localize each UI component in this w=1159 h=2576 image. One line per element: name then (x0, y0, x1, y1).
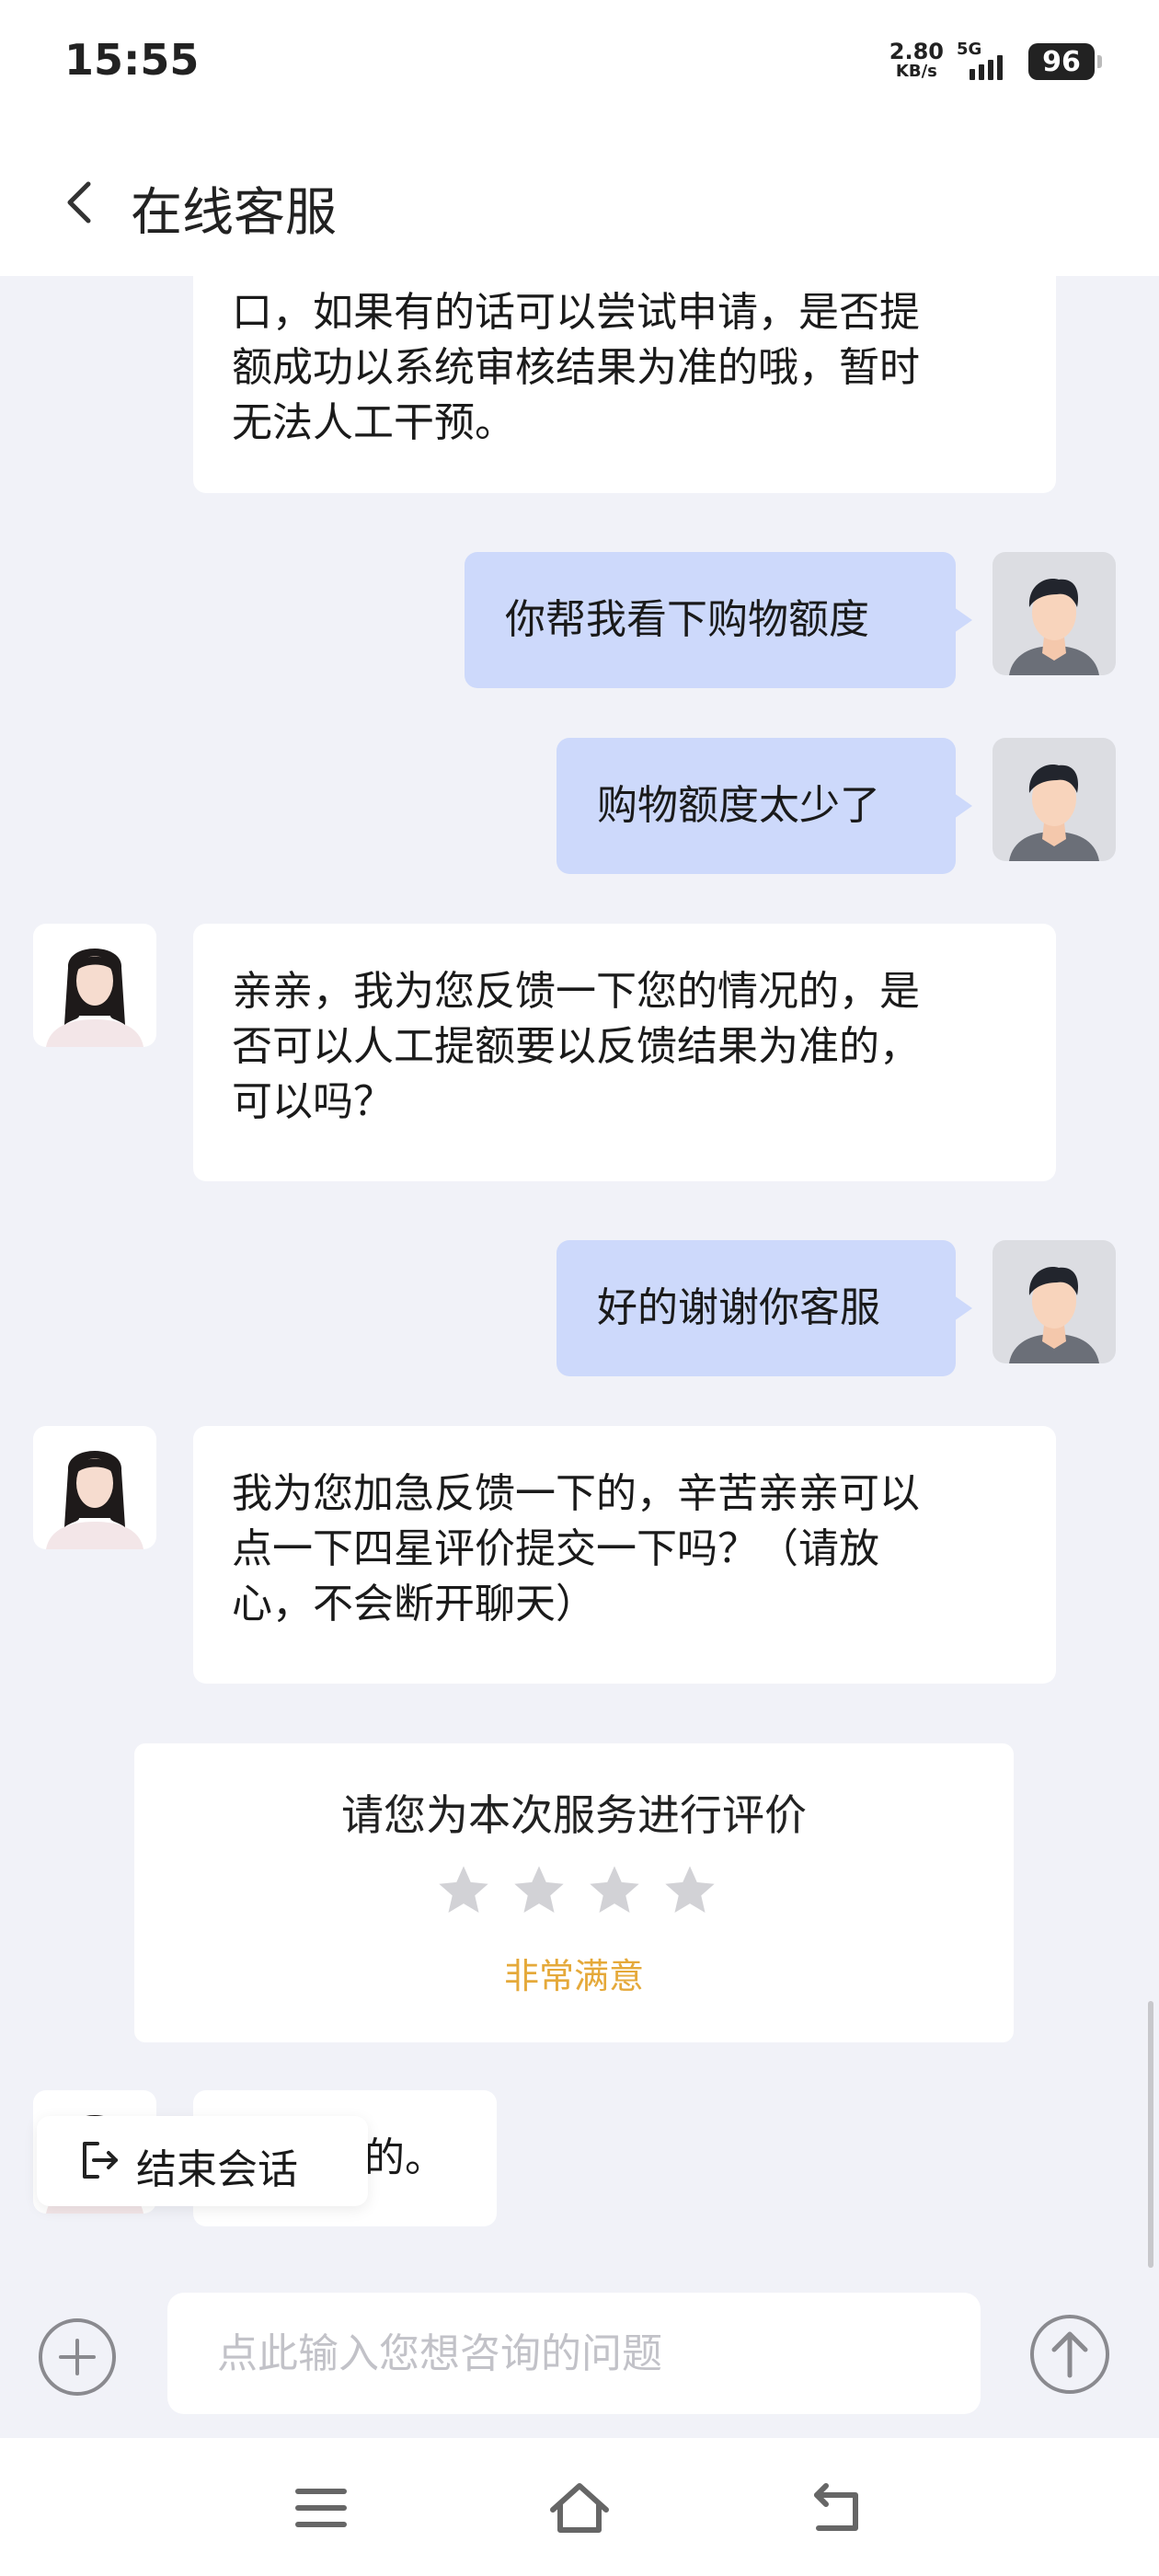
scrollbar[interactable] (1148, 2001, 1153, 2268)
battery-icon: 96 (1028, 43, 1102, 80)
star-icon[interactable] (585, 1861, 644, 1920)
agent-message: 我为您加急反馈一下的，辛苦亲亲可以 点一下四星评价提交一下吗？（请放 心，不会断… (193, 1426, 1056, 1684)
system-nav-bar (0, 2438, 1159, 2576)
menu-icon[interactable] (287, 2478, 355, 2537)
plus-icon[interactable] (37, 2317, 118, 2398)
status-time: 15:55 (64, 35, 200, 85)
send-arrow-icon[interactable] (1028, 2313, 1111, 2396)
agent-avatar (33, 1426, 156, 1549)
page-title: 在线客服 (131, 183, 337, 243)
star-icon[interactable] (510, 1861, 568, 1920)
message-text: 的。 (364, 2134, 445, 2181)
user-message: 好的谢谢你客服 (557, 1240, 972, 1376)
agent-message: 亲亲，我为您反馈一下您的情况的，是 否可以人工提额要以反馈结果为准的， 可以吗？ (193, 924, 1056, 1181)
rating-stars (434, 1861, 719, 1920)
user-message: 你帮我看下购物额度 (465, 552, 972, 688)
network-type: 5G (957, 40, 982, 59)
status-bar: 15:55 2.80 KB/s 5G 96 (0, 0, 1159, 129)
message-line: 否可以人工提额要以反馈结果为准的， (232, 1023, 920, 1070)
user-avatar (993, 552, 1116, 675)
message-text: 你帮我看下购物额度 (505, 596, 869, 643)
user-avatar (993, 738, 1116, 861)
message-line: 额成功以系统审核结果为准的哦，暂时 (232, 344, 920, 391)
user-avatar (993, 1240, 1116, 1363)
user-message: 购物额度太少了 (557, 738, 972, 874)
message-line: 无法人工干预。 (232, 399, 515, 446)
message-text: 购物额度太少了 (597, 782, 880, 829)
network-speed-value: 2.80 (889, 39, 944, 64)
message-line: 心，不会断开聊天） (232, 1581, 596, 1627)
end-session-label: 结束会话 (136, 2146, 298, 2193)
rating-label: 非常满意 (503, 1956, 644, 1996)
rating-card: 请您为本次服务进行评价 非常满意 (134, 1743, 1014, 2042)
exit-icon (83, 2142, 118, 2179)
network-speed: 2.80 KB/s (889, 39, 944, 82)
message-line: 亲亲，我为您反馈一下您的情况的，是 (232, 968, 920, 1015)
network-speed-unit: KB/s (895, 62, 937, 81)
message-line: 点一下四星评价提交一下吗？（请放 (232, 1525, 879, 1572)
message-line: 我为您加急反馈一下的，辛苦亲亲可以 (232, 1470, 920, 1517)
status-icons: 2.80 KB/s 5G 96 (889, 39, 1102, 85)
agent-avatar (33, 924, 156, 1047)
input-bar (0, 2272, 1159, 2438)
agent-message: 口，如果有的话可以尝试申请，是否提 额成功以系统审核结果为准的哦，暂时 无法人工… (193, 248, 1056, 493)
chevron-left-icon[interactable] (57, 177, 105, 228)
message-input[interactable] (167, 2293, 981, 2414)
star-icon[interactable] (660, 1861, 719, 1920)
rating-title: 请您为本次服务进行评价 (341, 1790, 807, 1840)
back-icon[interactable] (804, 2478, 872, 2537)
end-session-button[interactable]: 结束会话 (37, 2116, 368, 2206)
star-icon[interactable] (434, 1861, 493, 1920)
battery-level: 96 (1042, 45, 1081, 78)
home-icon[interactable] (545, 2478, 614, 2537)
message-line: 口，如果有的话可以尝试申请，是否提 (232, 289, 920, 336)
message-text: 好的谢谢你客服 (597, 1284, 880, 1331)
signal-icon: 5G (957, 40, 1010, 80)
message-line: 可以吗？ (232, 1078, 394, 1125)
